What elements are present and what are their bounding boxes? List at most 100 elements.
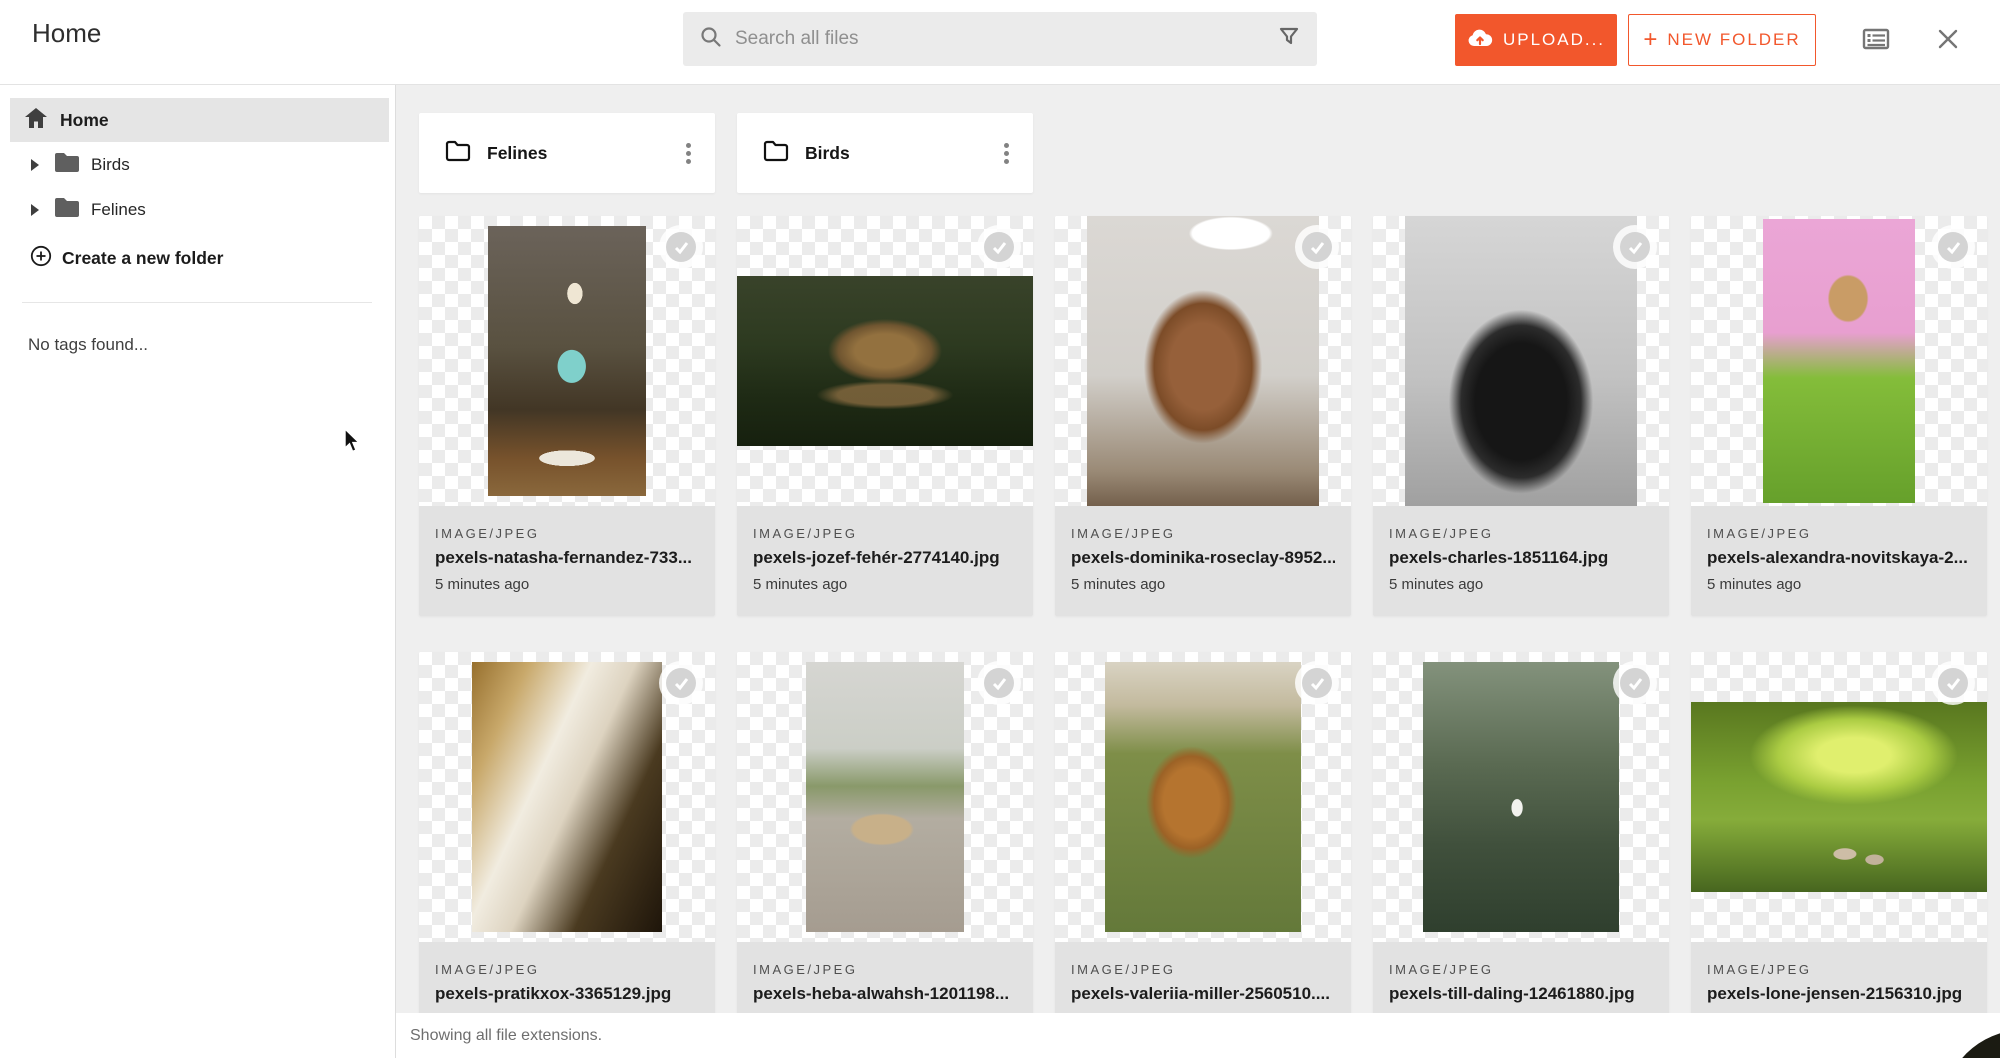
cloud-upload-icon: [1467, 28, 1503, 53]
folder-icon: [39, 152, 80, 178]
file-card[interactable]: IMAGE/JPEG pexels-pratikxox-3365129.jpg …: [419, 652, 715, 1052]
file-thumbnail: [419, 652, 715, 942]
file-card[interactable]: IMAGE/JPEG pexels-natasha-fernandez-733.…: [419, 216, 715, 616]
file-photo: [1763, 219, 1915, 503]
create-new-folder-label: Create a new folder: [62, 248, 223, 269]
file-photo: [488, 226, 646, 496]
list-view-toggle-button[interactable]: [1856, 21, 1896, 61]
file-name: pexels-jozef-fehér-2774140.jpg: [753, 548, 1017, 568]
file-type: IMAGE/JPEG: [1071, 526, 1335, 541]
file-info: IMAGE/JPEG pexels-alexandra-novitskaya-2…: [1691, 506, 1987, 616]
file-thumbnail: [737, 216, 1033, 506]
folder-icon: [39, 197, 80, 223]
kebab-menu-icon[interactable]: [1004, 151, 1009, 156]
check-icon: [1302, 232, 1332, 262]
select-checkbox[interactable]: [1295, 661, 1339, 705]
file-name: pexels-natasha-fernandez-733...: [435, 548, 699, 568]
folder-name: Felines: [487, 143, 686, 164]
filter-icon[interactable]: [1277, 25, 1301, 54]
search-bar: [683, 12, 1317, 66]
file-time: 5 minutes ago: [1389, 576, 1653, 593]
file-time: 5 minutes ago: [1071, 576, 1335, 593]
close-icon: [1936, 27, 1960, 56]
file-photo: [1423, 662, 1619, 932]
file-photo: [1105, 662, 1301, 932]
select-checkbox[interactable]: [659, 225, 703, 269]
file-type: IMAGE/JPEG: [1071, 962, 1335, 977]
file-name: pexels-valeriia-miller-2560510....: [1071, 984, 1335, 1004]
folder-card-birds[interactable]: Birds: [737, 113, 1033, 193]
file-card[interactable]: IMAGE/JPEG pexels-alexandra-novitskaya-2…: [1691, 216, 1987, 616]
file-time: 5 minutes ago: [435, 576, 699, 593]
new-folder-button-label: NEW FOLDER: [1667, 30, 1800, 50]
select-checkbox[interactable]: [977, 225, 1021, 269]
file-card[interactable]: IMAGE/JPEG pexels-jozef-fehér-2774140.jp…: [737, 216, 1033, 616]
file-thumbnail: [419, 216, 715, 506]
select-checkbox[interactable]: [1613, 225, 1657, 269]
status-bar: Showing all file extensions.: [396, 1013, 2000, 1058]
upload-button-label: UPLOAD...: [1503, 30, 1605, 50]
file-name: pexels-charles-1851164.jpg: [1389, 548, 1653, 568]
sidebar-item-birds[interactable]: Birds: [0, 143, 396, 187]
file-card[interactable]: IMAGE/JPEG pexels-charles-1851164.jpg 5 …: [1373, 216, 1669, 616]
new-folder-button[interactable]: + NEW FOLDER: [1628, 14, 1816, 66]
folder-card-felines[interactable]: Felines: [419, 113, 715, 193]
folder-outline-icon: [763, 140, 789, 167]
create-new-folder-button[interactable]: Create a new folder: [0, 236, 396, 280]
file-card[interactable]: IMAGE/JPEG pexels-heba-alwahsh-1201198..…: [737, 652, 1033, 1052]
file-thumbnail: [1691, 652, 1987, 942]
select-checkbox[interactable]: [977, 661, 1021, 705]
expand-caret-icon[interactable]: [31, 159, 39, 171]
close-button[interactable]: [1928, 21, 1968, 61]
select-checkbox[interactable]: [1295, 225, 1339, 269]
file-info: IMAGE/JPEG pexels-jozef-fehér-2774140.jp…: [737, 506, 1033, 616]
file-photo: [1691, 702, 1987, 892]
expand-caret-icon[interactable]: [31, 204, 39, 216]
file-name: pexels-alexandra-novitskaya-2...: [1707, 548, 1971, 568]
file-info: IMAGE/JPEG pexels-charles-1851164.jpg 5 …: [1373, 506, 1669, 616]
sidebar: Home Birds Felines Create a new folder N…: [0, 85, 396, 1058]
file-type: IMAGE/JPEG: [1707, 962, 1971, 977]
plus-icon: +: [1643, 26, 1657, 54]
top-bar: Home UPLOAD... + NEW FOLDER: [0, 0, 2000, 85]
file-type: IMAGE/JPEG: [753, 962, 1017, 977]
search-icon: [699, 25, 723, 54]
page-title: Home: [32, 18, 101, 49]
check-icon: [984, 232, 1014, 262]
check-icon: [1620, 232, 1650, 262]
file-card[interactable]: IMAGE/JPEG pexels-till-daling-12461880.j…: [1373, 652, 1669, 1052]
sidebar-item-felines[interactable]: Felines: [0, 188, 396, 232]
check-icon: [1938, 668, 1968, 698]
file-card[interactable]: IMAGE/JPEG pexels-lone-jensen-2156310.jp…: [1691, 652, 1987, 1052]
sidebar-felines-label: Felines: [91, 200, 146, 220]
select-checkbox[interactable]: [1931, 661, 1975, 705]
file-type: IMAGE/JPEG: [1707, 526, 1971, 541]
sidebar-birds-label: Birds: [91, 155, 130, 175]
status-message: Showing all file extensions.: [410, 1027, 602, 1045]
sidebar-item-home[interactable]: Home: [10, 98, 389, 142]
file-name: pexels-till-daling-12461880.jpg: [1389, 984, 1653, 1004]
select-checkbox[interactable]: [1613, 661, 1657, 705]
check-icon: [1302, 668, 1332, 698]
home-icon: [10, 107, 48, 134]
search-input[interactable]: [735, 28, 1277, 50]
select-checkbox[interactable]: [659, 661, 703, 705]
file-time: 5 minutes ago: [753, 576, 1017, 593]
check-icon: [1620, 668, 1650, 698]
check-icon: [666, 668, 696, 698]
select-checkbox[interactable]: [1931, 225, 1975, 269]
file-thumbnail: [1373, 216, 1669, 506]
file-card[interactable]: IMAGE/JPEG pexels-dominika-roseclay-8952…: [1055, 216, 1351, 616]
file-name: pexels-pratikxox-3365129.jpg: [435, 984, 699, 1004]
file-thumbnail: [1055, 652, 1351, 942]
folder-name: Birds: [805, 143, 1004, 164]
sidebar-home-label: Home: [60, 110, 109, 131]
file-info: IMAGE/JPEG pexels-dominika-roseclay-8952…: [1055, 506, 1351, 616]
upload-button[interactable]: UPLOAD...: [1455, 14, 1617, 66]
file-grid-row: IMAGE/JPEG pexels-pratikxox-3365129.jpg …: [419, 652, 1987, 1052]
file-time: 5 minutes ago: [1707, 576, 1971, 593]
kebab-menu-icon[interactable]: [686, 151, 691, 156]
file-card[interactable]: IMAGE/JPEG pexels-valeriia-miller-256051…: [1055, 652, 1351, 1052]
list-view-icon: [1862, 27, 1890, 56]
file-type: IMAGE/JPEG: [1389, 526, 1653, 541]
